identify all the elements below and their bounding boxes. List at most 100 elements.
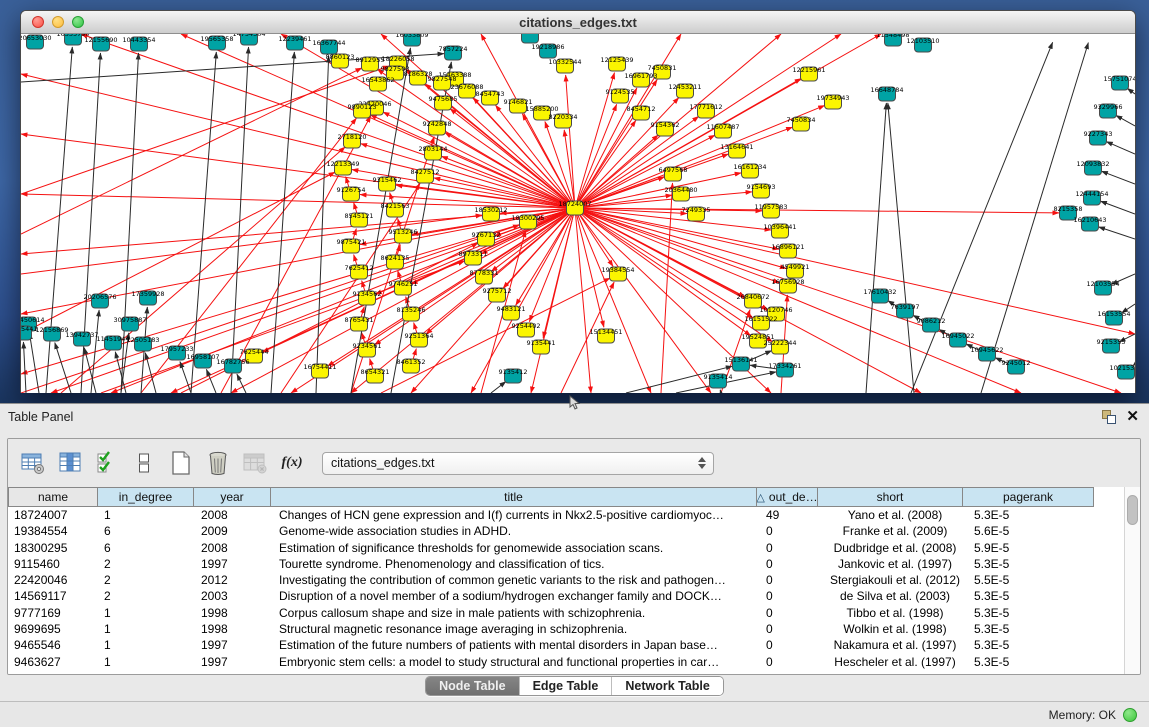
graph-node-teal[interactable]: 17610432 [863, 288, 896, 303]
column-header-title[interactable]: title [270, 487, 757, 507]
graph-node-teal[interactable]: 16958107 [186, 353, 219, 368]
graph-node-yellow[interactable]: 11957583 [754, 203, 787, 218]
graph-node-teal[interactable]: 10215358 [1109, 364, 1135, 379]
graph-node-yellow[interactable]: 8461352 [397, 358, 426, 373]
graph-node-yellow[interactable]: 16543862 [361, 76, 394, 91]
graph-node-yellow[interactable]: 12213349 [326, 160, 359, 175]
graph-node-teal[interactable]: 13942737 [65, 331, 98, 346]
graph-node-teal[interactable]: 16782756 [216, 358, 249, 373]
table-row[interactable]: 1830029562008Estimation of significance … [8, 540, 1124, 556]
graph-node-yellow[interactable]: 8765431 [345, 316, 374, 331]
graph-node-yellow[interactable]: 20364480 [664, 186, 697, 201]
graph-node-teal[interactable]: 30975887 [113, 316, 146, 331]
graph-node-teal[interactable]: 14754304 [232, 34, 265, 45]
graph-node-yellow[interactable]: 9234561 [353, 342, 382, 357]
graph-node-teal[interactable]: 16033809 [395, 34, 428, 46]
graph-node-teal[interactable]: 9329966 [1094, 103, 1123, 118]
graph-node-teal[interactable]: 7639197 [891, 303, 920, 318]
close-window-button[interactable] [32, 16, 44, 28]
graph-node-teal[interactable]: 9245012 [1002, 359, 1031, 374]
graph-node-yellow[interactable]: 12453211 [668, 83, 701, 98]
graph-node-yellow[interactable]: 8624135 [381, 254, 410, 269]
graph-node-yellow[interactable]: 16151522 [744, 315, 777, 330]
new-table-button[interactable] [168, 450, 194, 476]
graph-node-yellow[interactable]: 8421563 [381, 202, 410, 217]
graph-node-yellow[interactable]: 12215961 [792, 66, 825, 81]
graph-node-yellow[interactable]: 9134562 [353, 290, 382, 305]
graph-node-yellow[interactable]: 9135441 [527, 339, 556, 354]
table-row[interactable]: 1456911722003Disruption of a novel membe… [8, 588, 1124, 604]
graph-node-yellow[interactable]: 17771612 [689, 103, 722, 118]
table-row[interactable]: 2242004622012Investigating the contribut… [8, 572, 1124, 588]
graph-node-yellow[interactable]: 18530212 [474, 206, 507, 221]
graph-node-teal[interactable]: 20206576 [83, 293, 116, 308]
minimize-window-button[interactable] [52, 16, 64, 28]
graph-node-yellow[interactable]: 10396441 [763, 223, 796, 238]
graph-node-yellow[interactable]: 9513246 [389, 228, 418, 243]
graph-node-teal[interactable]: 12505183 [126, 336, 159, 351]
graph-node-teal[interactable]: 9135414 [704, 373, 733, 388]
graph-node-teal[interactable]: 12239461 [278, 35, 311, 50]
table-row[interactable]: 946362711997Embryonic stem cells: a mode… [8, 654, 1124, 670]
table-row[interactable]: 1938455462009Genome-wide association stu… [8, 523, 1124, 539]
graph-node-yellow[interactable]: 8860123 [326, 53, 355, 68]
network-window[interactable]: citations_edges.txt 18724007886012389129… [20, 10, 1136, 393]
graph-node-yellow[interactable]: 9254402 [512, 322, 541, 337]
table-row[interactable]: 911546021997Tourette syndrome. Phenomeno… [8, 556, 1124, 572]
graph-node-teal[interactable]: 17334261 [768, 362, 801, 377]
graph-node-yellow[interactable]: 2803144 [419, 145, 448, 160]
table-scrollbar-thumb[interactable] [1127, 495, 1138, 525]
table-row[interactable]: 1872400712008Changes of HCN gene express… [8, 507, 1124, 523]
graph-node-yellow[interactable]: 7450834 [787, 116, 816, 131]
column-header-name[interactable]: name [8, 487, 98, 507]
graph-node-teal[interactable]: 12103554 [1086, 280, 1119, 295]
table-row[interactable]: 946554611997Estimation of the future num… [8, 637, 1124, 653]
graph-node-yellow[interactable]: 8778331 [470, 269, 499, 284]
tab-node-table[interactable]: Node Table [426, 677, 518, 695]
close-panel-icon[interactable]: ✕ [1126, 410, 1139, 424]
graph-node-yellow[interactable]: 7249335 [682, 206, 711, 221]
graph-node-yellow[interactable]: 8973311 [459, 250, 488, 265]
table-row[interactable]: 977716911998Corpus callosum shape and si… [8, 605, 1124, 621]
graph-node-yellow[interactable]: 8454743 [476, 90, 505, 105]
graph-node-yellow[interactable]: 8654321 [361, 368, 390, 383]
graph-node-teal[interactable]: 12155690 [84, 36, 117, 51]
graph-node-yellow[interactable]: 9315462 [373, 176, 402, 191]
graph-node-yellow[interactable]: 15134451 [589, 328, 622, 343]
graph-node-yellow[interactable]: 16756928 [771, 278, 804, 293]
graph-node-yellow[interactable]: 16754411 [303, 363, 336, 378]
graph-node-yellow[interactable]: 8454712 [627, 105, 656, 120]
graph-node-teal[interactable]: 10443354 [122, 36, 155, 51]
memory-ok-indicator[interactable] [1123, 708, 1137, 722]
table-selector-dropdown[interactable]: citations_edges.txt [322, 452, 714, 475]
graph-node-teal[interactable]: 8813054 [516, 34, 545, 43]
graph-node-yellow[interactable]: 9875421 [337, 238, 366, 253]
select-all-rows-button[interactable] [94, 450, 120, 476]
network-window-titlebar[interactable]: citations_edges.txt [21, 11, 1135, 34]
graph-node-teal[interactable]: 16153554 [1097, 310, 1130, 325]
graph-node-yellow[interactable]: 8220334 [549, 113, 578, 128]
graph-node-teal[interactable]: 16210643 [1073, 216, 1106, 231]
graph-node-yellow[interactable]: 16896121 [771, 243, 804, 258]
graph-node-teal[interactable]: 16648784 [870, 86, 903, 101]
graph-node-yellow[interactable]: 4549921 [781, 263, 810, 278]
graph-node-yellow[interactable]: 10332544 [548, 58, 581, 73]
graph-node-teal[interactable]: 16945022 [941, 332, 974, 347]
graph-node-yellow[interactable]: 19384554 [601, 266, 634, 281]
graph-node-teal[interactable]: 9086212 [917, 317, 946, 332]
graph-node-teal[interactable]: 15751074 [1103, 75, 1135, 90]
column-header-out_de[interactable]: △out_de… [756, 487, 818, 507]
row-height-button[interactable] [131, 450, 157, 476]
graph-node-teal[interactable]: 9215355 [1097, 338, 1126, 353]
graph-node-teal[interactable]: 7857224 [439, 45, 468, 60]
column-header-year[interactable]: year [193, 487, 271, 507]
graph-node-teal[interactable]: 11451944 [96, 335, 129, 350]
graph-node-yellow[interactable]: 9746251 [389, 280, 418, 295]
graph-node-yellow[interactable]: 9154693 [747, 183, 776, 198]
network-view-canvas[interactable]: 1872400788601238912955182260589827503818… [21, 34, 1135, 393]
graph-node-teal[interactable]: 11548498 [876, 34, 909, 46]
graph-node-yellow[interactable]: 6497568 [659, 166, 688, 181]
table-row[interactable]: 969969511998Structural magnetic resonanc… [8, 621, 1124, 637]
graph-node-teal[interactable]: 19565358 [200, 35, 233, 50]
graph-node-teal[interactable]: 12103510 [906, 37, 939, 52]
